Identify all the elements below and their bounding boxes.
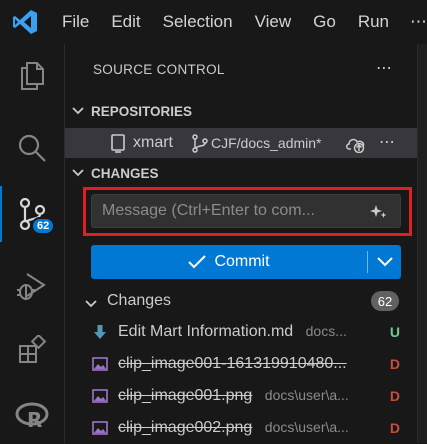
- file-status-untracked: U: [389, 324, 400, 340]
- file-path: docs...: [305, 323, 347, 339]
- sidebar-title: SOURCE CONTROL: [93, 62, 225, 77]
- markdown-arrow-icon: [94, 325, 106, 339]
- changes-group-header[interactable]: Changes 62: [65, 289, 418, 313]
- chevron-down-icon: [65, 169, 91, 177]
- source-control-badge: 62: [31, 217, 56, 235]
- highlight-annotation-box: [83, 187, 412, 236]
- menu-edit[interactable]: Edit: [100, 0, 151, 44]
- run-debug-icon: [17, 273, 46, 300]
- file-status-deleted: D: [389, 420, 400, 436]
- chevron-down-icon: [376, 257, 393, 267]
- menu-file[interactable]: File: [51, 0, 100, 44]
- repositories-section-header[interactable]: REPOSITORIES: [65, 100, 418, 122]
- commit-main-button[interactable]: Commit: [91, 245, 367, 279]
- files-icon: [21, 62, 44, 90]
- search-button[interactable]: [0, 120, 64, 176]
- source-control-sidebar: SOURCE CONTROL ⋯ REPOSITORIES xmart CJF/…: [64, 44, 418, 443]
- cloud-upload-icon[interactable]: [345, 135, 367, 153]
- chevron-down-icon: [65, 107, 91, 115]
- menu-selection[interactable]: Selection: [152, 0, 244, 44]
- changes-group-label: Changes: [107, 292, 172, 309]
- changes-header-label: CHANGES: [91, 165, 159, 181]
- branch-icon: [192, 134, 208, 153]
- file-path: docs\user\a...: [264, 387, 349, 403]
- file-entry: clip_image001-161319910480...: [118, 355, 376, 373]
- commit-dropdown-button[interactable]: [368, 245, 401, 279]
- r-icon: R: [15, 402, 49, 431]
- check-icon: [188, 255, 207, 269]
- menu-more-button[interactable]: ⋯: [400, 12, 427, 32]
- file-entry: clip_image002.png docs\user\a...: [118, 419, 376, 437]
- file-name: Edit Mart Information.md: [118, 323, 294, 340]
- file-entry: Edit Mart Information.md docs...: [118, 323, 376, 341]
- repositories-header-label: REPOSITORIES: [91, 103, 193, 119]
- file-path: docs\user\a...: [264, 419, 349, 435]
- chevron-down-icon: [85, 295, 97, 313]
- file-status-deleted: D: [389, 388, 400, 404]
- image-file-icon: [92, 421, 108, 435]
- extensions-button[interactable]: [0, 322, 64, 378]
- branch-name[interactable]: CJF/docs_admin*: [211, 135, 322, 151]
- file-entry: clip_image001.png docs\user\a...: [118, 387, 376, 405]
- changes-section-header[interactable]: CHANGES: [65, 162, 418, 184]
- repository-more-button[interactable]: ⋯: [379, 132, 395, 152]
- extensions-icon: [19, 335, 47, 363]
- editor-edge: [417, 44, 427, 443]
- title-bar: File Edit Selection View Go Run ⋯: [0, 0, 427, 44]
- source-control-button[interactable]: [0, 186, 64, 242]
- file-name: clip_image001.png: [118, 387, 253, 404]
- vscode-logo-icon: [0, 0, 51, 44]
- file-row[interactable]: clip_image001.png docs\user\a... D: [65, 381, 418, 411]
- changes-count-badge: 62: [371, 291, 399, 311]
- search-icon: [18, 134, 46, 162]
- sidebar-more-button[interactable]: ⋯: [376, 58, 393, 78]
- file-status-deleted: D: [389, 356, 400, 372]
- commit-button-label: Commit: [214, 253, 270, 270]
- run-debug-button[interactable]: [0, 258, 64, 314]
- menu-go[interactable]: Go: [302, 0, 347, 44]
- file-name: clip_image001-161319910480...: [118, 355, 347, 372]
- menu-run[interactable]: Run: [347, 0, 400, 44]
- explorer-button[interactable]: [0, 48, 64, 104]
- r-extension-button[interactable]: R: [0, 388, 64, 444]
- file-row[interactable]: clip_image001-161319910480... D: [65, 349, 418, 379]
- image-file-icon: [92, 357, 108, 371]
- image-file-icon: [92, 389, 108, 403]
- repository-row[interactable]: xmart CJF/docs_admin* ⋯: [65, 128, 418, 158]
- menu-view[interactable]: View: [244, 0, 303, 44]
- file-row[interactable]: Edit Mart Information.md docs... U: [65, 317, 418, 347]
- commit-button[interactable]: Commit: [91, 245, 401, 279]
- file-name: clip_image002.png: [118, 419, 253, 436]
- svg-text:R: R: [27, 408, 42, 431]
- repository-name: xmart: [133, 134, 173, 151]
- repo-icon: [111, 134, 125, 153]
- activity-bar: 62 R: [0, 44, 64, 443]
- file-row[interactable]: clip_image002.png docs\user\a... D: [65, 413, 418, 443]
